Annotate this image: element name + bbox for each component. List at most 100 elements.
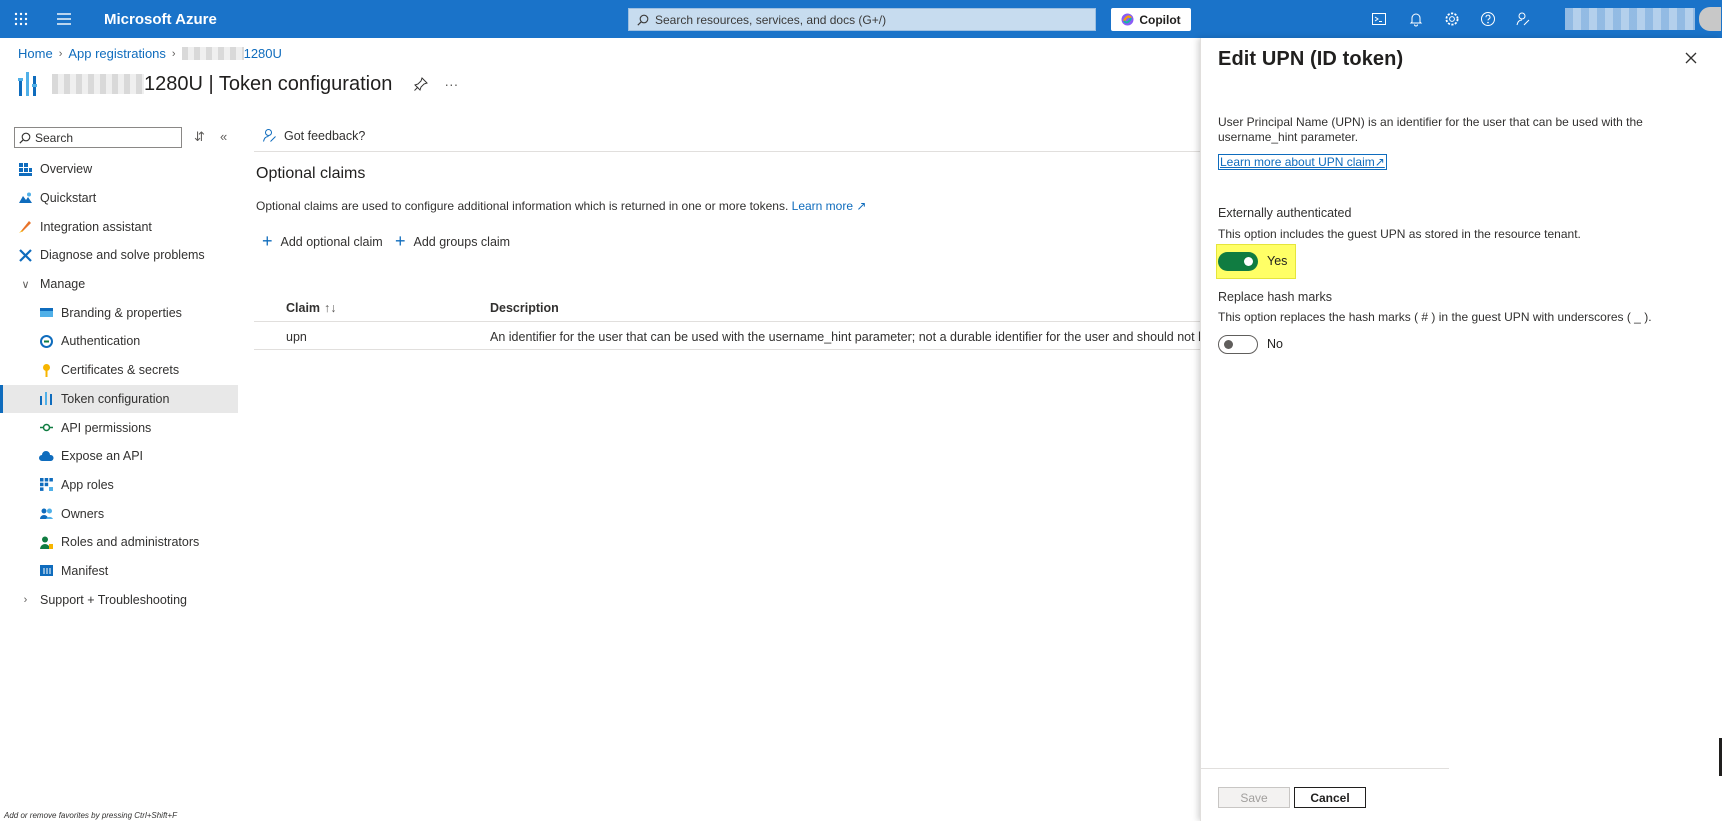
sidebar-group-support[interactable]: › Support + Troubleshooting bbox=[0, 585, 238, 614]
sidebar-item-owners[interactable]: Owners bbox=[0, 499, 238, 528]
feedback-icon[interactable] bbox=[1515, 11, 1531, 27]
sidebar-item-manifest[interactable]: Manifest bbox=[0, 557, 238, 586]
section-title: Optional claims bbox=[256, 165, 366, 182]
learn-more-upn-label: Learn more about UPN claim bbox=[1220, 155, 1375, 169]
table-row[interactable]: upn An identifier for the user that can … bbox=[254, 322, 1200, 350]
got-feedback-button[interactable]: Got feedback? bbox=[262, 128, 365, 143]
add-groups-claim-button[interactable]: + Add groups claim bbox=[395, 231, 510, 252]
avatar[interactable] bbox=[1699, 7, 1721, 31]
sidebar-item-expose-api[interactable]: Expose an API bbox=[0, 442, 238, 471]
sidebar-item-label: Branding & properties bbox=[61, 305, 182, 320]
account-info[interactable] bbox=[1565, 8, 1695, 30]
cloud-shell-icon[interactable] bbox=[1371, 11, 1387, 27]
breadcrumb: Home › App registrations › 1280U bbox=[18, 46, 282, 61]
global-search[interactable] bbox=[628, 8, 1096, 31]
sidebar-item-roles-administrators[interactable]: Roles and administrators bbox=[0, 528, 238, 557]
learn-more-upn-link[interactable]: Learn more about UPN claim↗ bbox=[1218, 154, 1387, 170]
sidebar-item-label: Quickstart bbox=[40, 191, 97, 206]
manifest-icon bbox=[40, 565, 53, 577]
favorites-hint: Add or remove favorites by pressing Ctrl… bbox=[4, 811, 177, 820]
api-permissions-icon bbox=[40, 423, 53, 432]
pin-icon[interactable] bbox=[414, 77, 429, 91]
top-bar: Microsoft Azure Copilot bbox=[0, 0, 1722, 38]
search-icon bbox=[19, 132, 31, 144]
feedback-icon bbox=[263, 129, 276, 142]
plus-icon: + bbox=[262, 231, 273, 251]
divider bbox=[254, 151, 1200, 152]
sidebar-item-quickstart[interactable]: Quickstart bbox=[0, 184, 238, 213]
sidebar-item-label: Manifest bbox=[61, 563, 109, 578]
copilot-label: Copilot bbox=[1139, 12, 1181, 27]
chevron-right-icon: › bbox=[171, 47, 176, 60]
add-optional-claim-label: Add optional claim bbox=[280, 234, 383, 249]
column-header-claim[interactable]: Claim ↑↓ bbox=[286, 301, 337, 315]
toggle-knob bbox=[1244, 257, 1253, 266]
sidebar-item-token-configuration[interactable]: Token configuration bbox=[0, 384, 238, 414]
external-link-icon: ↗ bbox=[853, 199, 867, 213]
rocket-icon bbox=[19, 221, 31, 234]
claims-table-header: Claim ↑↓ Description bbox=[254, 294, 1200, 322]
sidebar-item-label: Diagnose and solve problems bbox=[40, 248, 205, 263]
footer-divider bbox=[1201, 768, 1449, 769]
sort-icon[interactable]: ↑↓ bbox=[324, 301, 337, 315]
sidebar-item-label: App roles bbox=[61, 477, 114, 492]
cancel-button[interactable]: Cancel bbox=[1294, 787, 1366, 808]
more-options-icon[interactable]: ··· bbox=[444, 76, 458, 92]
global-search-input[interactable] bbox=[655, 12, 1085, 27]
page-title: 1280U | Token configuration bbox=[144, 72, 393, 95]
breadcrumb-app[interactable]: 1280U bbox=[244, 46, 282, 61]
claim-cell: upn bbox=[286, 330, 307, 344]
redacted-app-name bbox=[181, 47, 244, 60]
expand-collapse-icon[interactable]: ⇵ bbox=[194, 129, 205, 145]
save-button[interactable]: Save bbox=[1218, 787, 1290, 808]
sidebar-item-integration-assistant[interactable]: Integration assistant bbox=[0, 212, 238, 241]
search-icon bbox=[637, 14, 649, 26]
help-icon[interactable] bbox=[1480, 11, 1496, 27]
sidebar-item-label: API permissions bbox=[61, 420, 152, 435]
externally-authenticated-value: Yes bbox=[1267, 254, 1288, 268]
breadcrumb-home[interactable]: Home bbox=[18, 46, 53, 61]
sidebar-item-diagnose[interactable]: Diagnose and solve problems bbox=[0, 241, 238, 270]
authentication-icon bbox=[40, 334, 53, 348]
sidebar-item-label: Overview bbox=[40, 162, 93, 177]
overview-icon bbox=[19, 162, 32, 176]
sidebar-item-label: Roles and administrators bbox=[61, 535, 200, 550]
notifications-bell-icon[interactable] bbox=[1408, 11, 1424, 27]
copilot-button[interactable]: Copilot bbox=[1111, 8, 1191, 31]
breadcrumb-app-registrations[interactable]: App registrations bbox=[68, 46, 166, 61]
sidebar-item-label: Owners bbox=[61, 506, 105, 521]
close-icon[interactable] bbox=[1683, 50, 1699, 66]
section-description: Optional claims are used to configure ad… bbox=[256, 199, 866, 213]
sidebar-item-branding[interactable]: Branding & properties bbox=[0, 298, 238, 327]
sidebar-group-manage[interactable]: ∨ Manage bbox=[0, 270, 238, 299]
learn-more-link[interactable]: Learn more ↗ bbox=[792, 199, 867, 213]
sidebar-search[interactable] bbox=[14, 127, 182, 148]
replace-hash-marks-value: No bbox=[1267, 337, 1283, 351]
panel-title: Edit UPN (ID token) bbox=[1218, 48, 1404, 70]
hamburger-menu-icon[interactable] bbox=[57, 13, 71, 25]
collapse-sidebar-icon[interactable]: « bbox=[220, 129, 227, 144]
brand-title[interactable]: Microsoft Azure bbox=[104, 11, 217, 28]
add-optional-claim-button[interactable]: + Add optional claim bbox=[262, 231, 383, 252]
toggle-knob bbox=[1224, 340, 1233, 349]
quickstart-icon bbox=[19, 192, 32, 203]
externally-authenticated-toggle[interactable] bbox=[1218, 252, 1258, 271]
owners-icon bbox=[40, 508, 53, 520]
app-launcher-icon[interactable] bbox=[14, 12, 28, 26]
sidebar-item-api-permissions[interactable]: API permissions bbox=[0, 413, 238, 442]
roles-icon bbox=[40, 536, 53, 549]
token-icon bbox=[40, 392, 52, 406]
panel-description: User Principal Name (UPN) is an identifi… bbox=[1218, 115, 1643, 144]
feedback-label: Got feedback? bbox=[284, 128, 366, 143]
settings-gear-icon[interactable] bbox=[1444, 11, 1460, 27]
cloud-icon bbox=[39, 450, 54, 461]
learn-more-label: Learn more bbox=[791, 199, 854, 213]
sidebar-item-app-roles[interactable]: App roles bbox=[0, 471, 238, 500]
sidebar-item-certificates[interactable]: Certificates & secrets bbox=[0, 356, 238, 385]
sidebar-search-input[interactable] bbox=[35, 130, 175, 145]
app-roles-icon bbox=[40, 478, 53, 492]
replace-hash-marks-toggle[interactable] bbox=[1218, 335, 1258, 354]
sidebar-item-overview[interactable]: Overview bbox=[0, 155, 238, 184]
description-cell: An identifier for the user that can be u… bbox=[490, 330, 1200, 344]
sidebar-item-authentication[interactable]: Authentication bbox=[0, 327, 238, 356]
